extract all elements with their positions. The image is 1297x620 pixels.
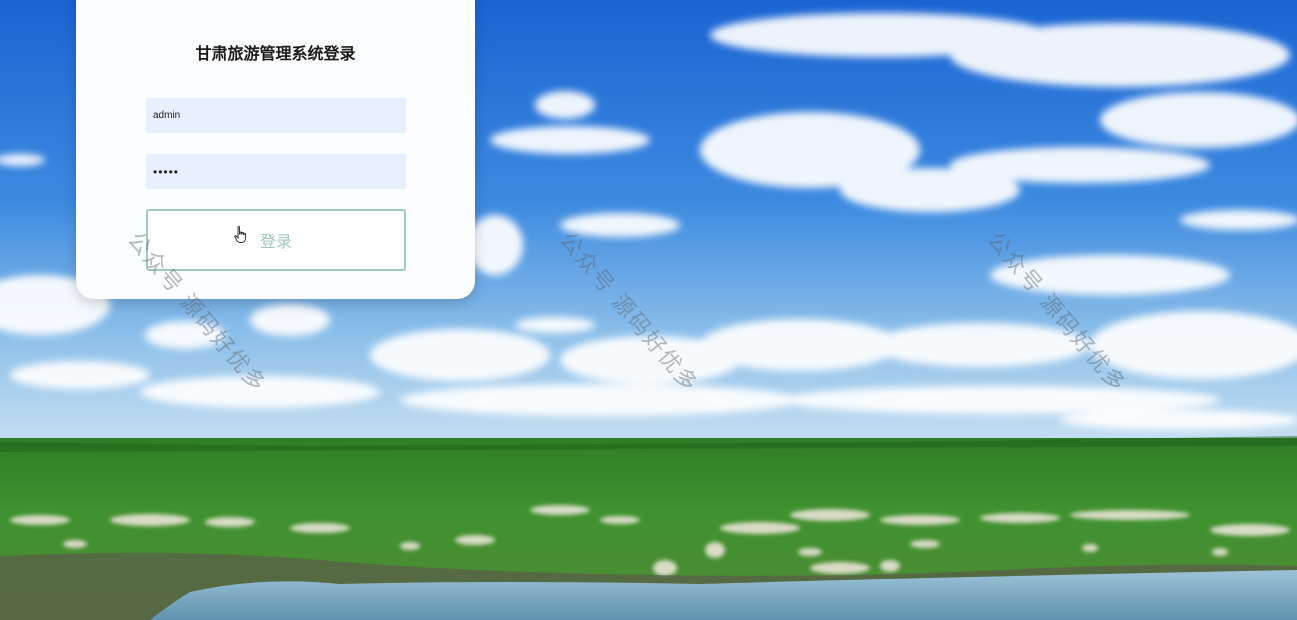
username-input[interactable] [146, 98, 406, 133]
password-input[interactable] [146, 154, 406, 189]
login-page: 甘肃旅游管理系统登录 登录 公众号 源码好优多 公众号 源码好优多 公众号 源码… [0, 0, 1297, 620]
hand-pointer-icon [234, 226, 246, 243]
login-card: 甘肃旅游管理系统登录 登录 [76, 0, 475, 299]
login-button[interactable]: 登录 [146, 209, 406, 271]
login-title: 甘肃旅游管理系统登录 [195, 44, 356, 63]
login-button-label: 登录 [259, 232, 292, 251]
